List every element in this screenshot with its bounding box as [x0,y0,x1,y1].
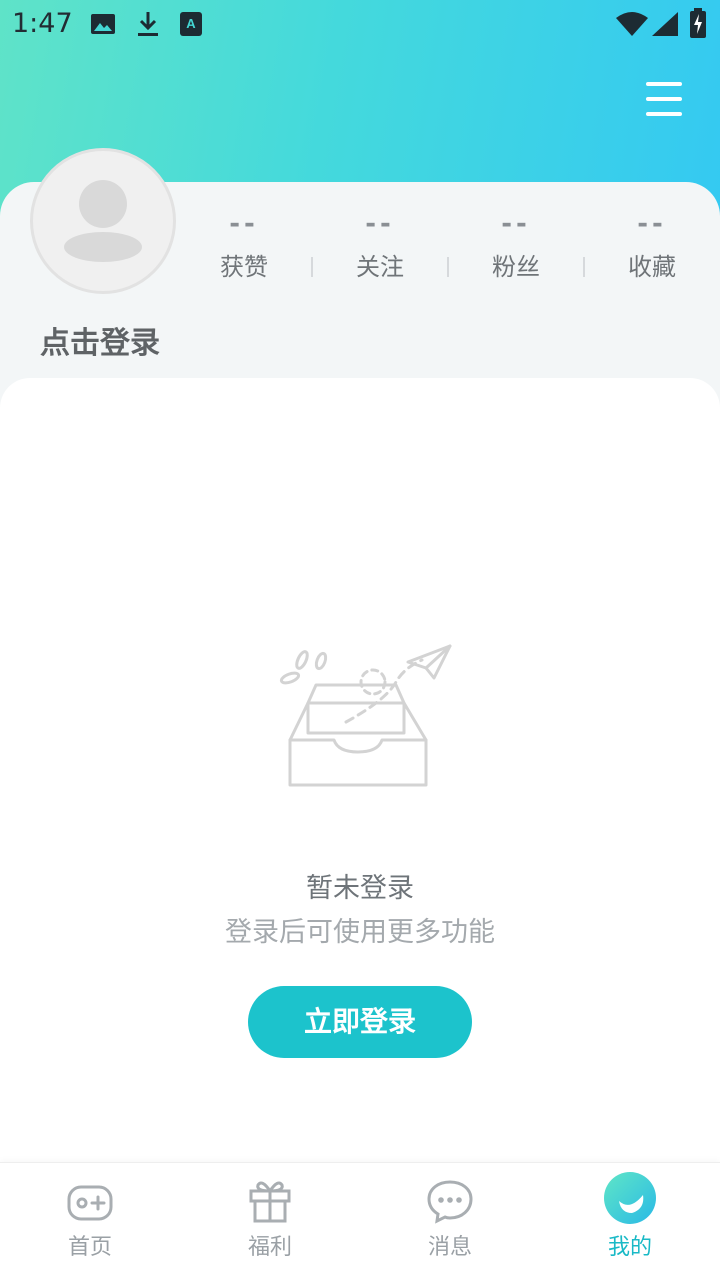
menu-line [646,82,682,86]
battery-charging-icon [690,8,706,42]
tab-welfare[interactable]: 福利 [180,1163,360,1280]
stat-value: -- [365,209,395,239]
gift-icon [249,1181,291,1223]
bottom-tab-bar: 首页 福利 消息 我的 [0,1162,720,1280]
stat-following[interactable]: -- 关注 [312,205,448,285]
tab-label: 消息 [427,1235,472,1260]
stat-favorites[interactable]: -- 收藏 [584,205,720,285]
stat-label: 关注 [356,253,404,281]
stat-label: 收藏 [628,253,676,281]
menu-line [646,97,682,101]
wifi-icon [616,12,648,40]
avatar[interactable] [30,148,176,294]
mine-smile-icon [604,1172,656,1224]
image-icon [90,12,116,40]
tab-label: 首页 [67,1235,112,1260]
empty-state-description: 登录后可使用更多功能 [225,917,495,948]
svg-text:A: A [186,16,196,31]
gamepad-icon [67,1185,113,1221]
hamburger-menu-icon[interactable] [636,78,692,120]
tab-messages[interactable]: 消息 [360,1163,540,1280]
stat-label: 粉丝 [492,253,540,281]
signal-icon [652,12,678,40]
download-icon [136,10,160,42]
chat-bubble-icon [427,1180,473,1224]
stat-likes[interactable]: -- 获赞 [176,205,312,285]
keyboard-a-icon: A [180,12,202,40]
tab-label: 我的 [607,1235,652,1260]
status-bar: 1:47 A [0,0,720,48]
profile-stats: -- 获赞 -- 关注 -- 粉丝 -- 收藏 [176,205,720,285]
tab-home[interactable]: 首页 [0,1163,180,1280]
tab-mine[interactable]: 我的 [540,1163,720,1280]
status-time: 1:47 [12,8,73,39]
default-avatar-icon [64,180,142,262]
stat-fans[interactable]: -- 粉丝 [448,205,584,285]
empty-state-title: 暂未登录 [306,873,414,904]
login-prompt-link[interactable]: 点击登录 [40,318,160,362]
login-now-button[interactable]: 立即登录 [248,986,472,1058]
menu-line [646,112,682,116]
stat-value: -- [637,209,667,239]
stat-value: -- [501,209,531,239]
stat-value: -- [229,209,259,239]
stat-label: 获赞 [220,253,268,281]
tab-label: 福利 [247,1235,292,1260]
empty-inbox-paper-plane-icon [276,640,456,790]
